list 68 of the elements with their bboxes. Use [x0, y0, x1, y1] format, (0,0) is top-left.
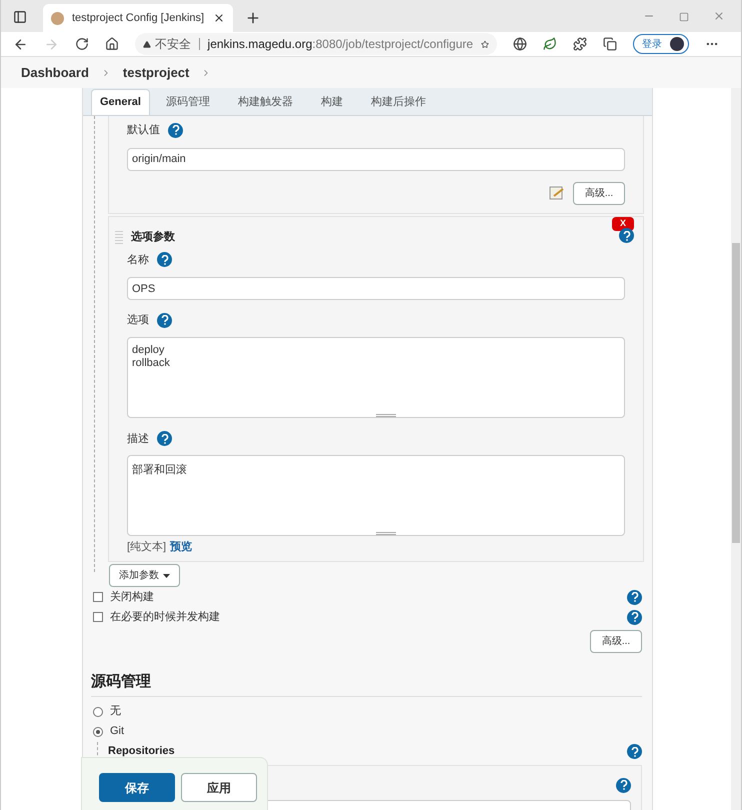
text-area[interactable]: 部署和回滚	[127, 455, 625, 536]
address-bar[interactable]: 不安全 jenkins.magedu.org:8080/job/testproject/configure	[135, 33, 497, 55]
help-icon[interactable]	[627, 744, 642, 759]
breadcrumb-link[interactable]: Dashboard	[21, 62, 89, 82]
config-tab[interactable]: 构建后操作	[358, 89, 438, 115]
browser-tab[interactable]: testproject Config [Jenkins]	[43, 4, 233, 32]
preview-link[interactable]: 预览	[170, 539, 192, 556]
breadcrumb-link[interactable]: testproject	[122, 62, 190, 82]
caret-icon	[163, 574, 170, 578]
tab-actions-icon[interactable]	[13, 10, 27, 24]
reload-icon[interactable]	[75, 37, 89, 51]
new-tab-icon[interactable]	[245, 10, 261, 26]
input-field[interactable]: origin/main	[127, 148, 625, 170]
back-icon[interactable]	[13, 36, 28, 52]
help-icon[interactable]	[157, 312, 172, 328]
checkbox[interactable]	[93, 612, 103, 622]
security-label: 不安全	[154, 36, 191, 53]
help-icon[interactable]	[168, 122, 183, 138]
config-tab[interactable]: General	[91, 89, 150, 115]
repositories-label: Repositories	[108, 744, 176, 760]
checkbox-label: 关闭构建	[110, 590, 155, 605]
choice-line: deploy	[132, 344, 166, 356]
avatar-icon	[670, 37, 684, 51]
checkbox-label: 在必要的时候并发构建	[110, 610, 221, 625]
config-tab[interactable]: 构建	[308, 89, 355, 115]
text-area[interactable]: deploy rollback	[127, 336, 625, 418]
url-text: jenkins.magedu.org:8080/job/testproject/configure	[208, 36, 474, 53]
tab-title: testproject Config [Jenkins]	[72, 10, 205, 26]
home-icon[interactable]	[105, 37, 119, 51]
field-label: 默认值	[127, 123, 160, 138]
help-icon[interactable]	[619, 228, 634, 243]
close-icon[interactable]	[213, 12, 225, 24]
notepad-icon[interactable]	[549, 185, 565, 201]
leaf-icon[interactable]	[543, 37, 557, 51]
plain-text-label: [纯文本]	[127, 540, 166, 555]
help-icon[interactable]	[627, 590, 642, 604]
save-button[interactable]: 保存	[99, 773, 175, 802]
add-parameter-button[interactable]: 添加参数	[109, 564, 180, 587]
advanced-button[interactable]: 高级...	[573, 182, 625, 204]
help-icon[interactable]	[157, 252, 172, 268]
field-label: 名称	[127, 252, 149, 268]
advanced-button[interactable]: 高级...	[590, 630, 642, 653]
description-text: 部署和回滚	[132, 464, 187, 476]
help-icon[interactable]	[616, 778, 631, 792]
section-heading: 源码管理	[91, 671, 642, 696]
field-label: 选项	[127, 313, 149, 328]
close-window-icon[interactable]	[713, 10, 725, 22]
radio-button[interactable]	[93, 726, 103, 736]
checkbox[interactable]	[93, 592, 103, 602]
input-field[interactable]: OPS	[127, 277, 625, 300]
restore-icon[interactable]	[679, 12, 689, 22]
globe-icon[interactable]	[513, 37, 527, 51]
login-button[interactable]: 登录	[633, 34, 689, 54]
section-title: 选项参数	[131, 230, 175, 245]
apply-button[interactable]: 应用	[181, 773, 257, 802]
help-icon[interactable]	[627, 610, 642, 624]
choice-line: rollback	[132, 356, 171, 370]
radio-label: 无	[110, 704, 121, 720]
delete-button[interactable]: X	[612, 217, 634, 231]
collections-icon[interactable]	[603, 37, 617, 51]
config-tab[interactable]: 源码管理	[154, 89, 222, 115]
scrollbar[interactable]	[731, 88, 741, 810]
config-tab[interactable]: 构建触发器	[226, 89, 305, 115]
radio-label: Git	[110, 724, 124, 740]
radio-button[interactable]	[93, 706, 103, 716]
extensions-icon[interactable]	[573, 37, 587, 51]
help-icon[interactable]	[157, 431, 172, 446]
field-label: 描述	[127, 432, 149, 446]
